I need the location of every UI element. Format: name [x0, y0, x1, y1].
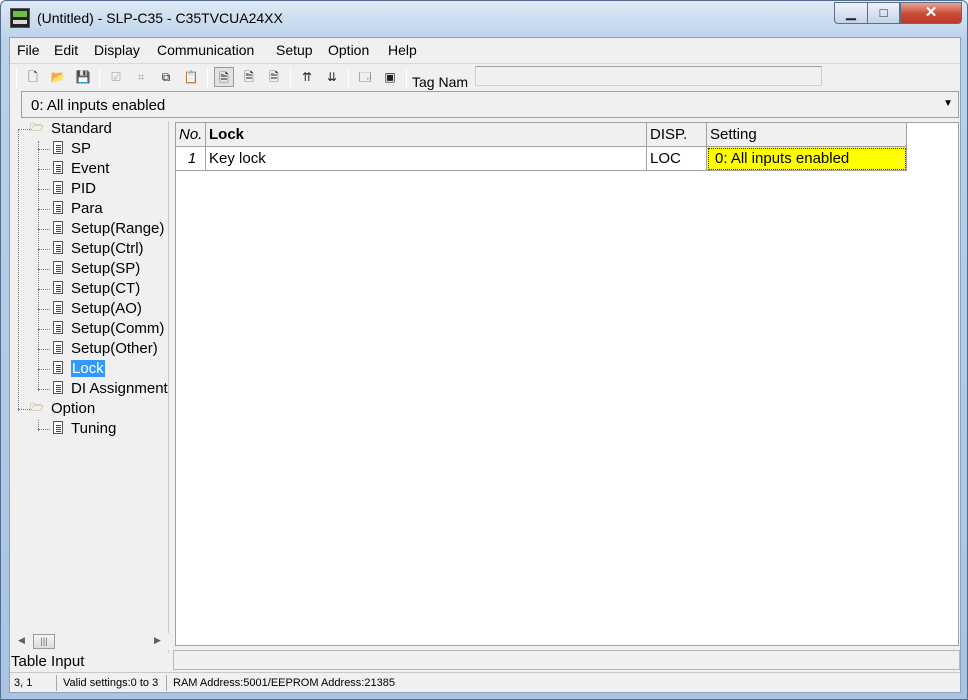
app-icon: [10, 8, 30, 28]
menu-setup[interactable]: Setup: [276, 42, 313, 58]
menu-file[interactable]: File: [17, 42, 40, 58]
row-disp[interactable]: LOC: [647, 147, 707, 171]
copy-icon[interactable]: ⧉: [156, 67, 176, 87]
document-icon: [53, 241, 63, 254]
save-icon[interactable]: 💾: [73, 67, 93, 87]
document-icon: [53, 141, 63, 154]
tree-node-label: Setup(AO): [71, 300, 142, 317]
status-address: RAM Address:5001/EEPROM Address:21385: [173, 677, 395, 689]
tree-node-label: Setup(Comm): [71, 320, 165, 337]
new-file-icon[interactable]: 🗋: [23, 67, 43, 87]
lock-settings-table: No. Lock DISP. Setting 1 Key lock LOC 0:…: [175, 122, 959, 646]
document-icon: [53, 421, 63, 434]
menu-edit[interactable]: Edit: [54, 42, 78, 58]
menu-option[interactable]: Option: [328, 42, 369, 58]
tree-node-label: Setup(CT): [71, 280, 141, 297]
tag-name-field[interactable]: [475, 66, 822, 86]
folder-open-icon: 🗁: [30, 122, 44, 134]
status-divider: [166, 675, 167, 691]
window-title: (Untitled) - SLP-C35 - C35TVCUA24XX: [37, 10, 283, 26]
table-input-label: Table Input: [11, 653, 85, 670]
toolbar-separator: [207, 68, 208, 88]
detail-view-icon[interactable]: 🗎: [264, 67, 284, 87]
title-bar[interactable]: (Untitled) - SLP-C35 - C35TVCUA24XX ▁ □ …: [1, 1, 967, 35]
row-number: 1: [176, 147, 206, 171]
tree-line: [38, 141, 39, 391]
column-header-no: No.: [176, 123, 206, 147]
document-icon: [53, 261, 63, 274]
properties-icon[interactable]: 🗔: [355, 67, 375, 87]
column-header-disp: DISP.: [647, 123, 707, 147]
check-icon[interactable]: ☑: [106, 67, 126, 87]
tree-horizontal-scrollbar[interactable]: ◀ ||| ▶: [11, 633, 169, 650]
document-icon: [53, 361, 63, 374]
toolbar-separator: [348, 68, 349, 88]
scroll-left-icon[interactable]: ◀: [18, 635, 25, 646]
setting-dropdown-value: 0: All inputs enabled: [31, 97, 166, 114]
scrollbar-thumb[interactable]: |||: [33, 634, 55, 649]
document-icon: [53, 301, 63, 314]
menu-help[interactable]: Help: [388, 42, 417, 58]
toolbar: 🗋 📂 💾 ☑ ⌗ ⧉ 📋 🗎 🗎 🗎 ⇈ ⇊ 🗔 ▣ Tag Nam: [10, 63, 960, 90]
folder-open-icon: 🗁: [30, 402, 44, 414]
toolbar-separator: [290, 68, 291, 88]
tree-node-label: PID: [71, 180, 97, 197]
cut-icon[interactable]: ⌗: [131, 67, 151, 87]
list-view-icon[interactable]: 🗎: [239, 67, 259, 87]
column-header-setting: Setting: [707, 123, 907, 147]
document-icon: [53, 281, 63, 294]
row-setting-cell[interactable]: 0: All inputs enabled: [707, 147, 907, 171]
minimize-button[interactable]: ▁: [834, 2, 868, 24]
scroll-right-icon[interactable]: ▶: [154, 635, 161, 646]
download-icon[interactable]: ⇊: [322, 67, 342, 87]
open-folder-icon[interactable]: 📂: [48, 67, 68, 87]
table-view-icon[interactable]: 🗎: [214, 67, 234, 87]
close-button[interactable]: ✕: [900, 2, 962, 24]
tree-node-label: SP: [71, 140, 92, 157]
upload-icon[interactable]: ⇈: [297, 67, 317, 87]
row-lock-name[interactable]: Key lock: [206, 147, 647, 171]
status-cursor-position: 3, 1: [14, 677, 33, 689]
menu-display[interactable]: Display: [94, 42, 140, 58]
client-area: File Edit Display Communication Setup Op…: [9, 37, 961, 693]
maximize-button[interactable]: □: [867, 2, 900, 24]
toolbar-separator: [99, 68, 100, 88]
document-icon: [53, 221, 63, 234]
menu-communication[interactable]: Communication: [157, 42, 254, 58]
setting-dropdown[interactable]: 0: All inputs enabled ▼: [21, 91, 959, 118]
tree-node-label: Setup(Range): [71, 220, 165, 237]
tree-node-label: Standard: [51, 121, 112, 137]
document-icon: [53, 321, 63, 334]
tree-node-label: Setup(SP): [71, 260, 141, 277]
menu-bar: File Edit Display Communication Setup Op…: [10, 38, 960, 62]
status-valid-settings: Valid settings:0 to 3: [63, 677, 159, 689]
tree-line: [18, 129, 19, 411]
document-icon: [53, 201, 63, 214]
document-icon: [53, 161, 63, 174]
tree-node-label: DI Assignment: [71, 380, 168, 397]
document-icon: [53, 381, 63, 394]
paste-icon[interactable]: 📋: [181, 67, 201, 87]
tree-node-label: Setup(Ctrl): [71, 240, 144, 257]
tree-node-label: Setup(Other): [71, 340, 158, 357]
tree-node-label: Lock: [71, 360, 105, 377]
tree-node-label: Option: [51, 400, 96, 417]
tree-node-label: Tuning: [71, 420, 117, 437]
device-icon[interactable]: ▣: [380, 67, 400, 87]
toolbar-separator: [406, 68, 407, 88]
status-bar: 3, 1 Valid settings:0 to 3 RAM Address:5…: [10, 672, 960, 692]
chevron-down-icon[interactable]: ▼: [943, 98, 953, 109]
tag-name-label: Tag Nam: [412, 74, 469, 90]
table-input-field[interactable]: [173, 650, 960, 670]
column-header-lock: Lock: [206, 123, 647, 147]
settings-tree: 🗁 Standard SP Event PID Para Setup(Range…: [11, 121, 169, 653]
tree-node-label: Para: [71, 200, 103, 217]
document-icon: [53, 181, 63, 194]
toolbar-separator: [16, 68, 17, 88]
application-window: (Untitled) - SLP-C35 - C35TVCUA24XX ▁ □ …: [0, 0, 968, 700]
document-icon: [53, 341, 63, 354]
status-divider: [56, 675, 57, 691]
tree-node-label: Event: [71, 160, 110, 177]
